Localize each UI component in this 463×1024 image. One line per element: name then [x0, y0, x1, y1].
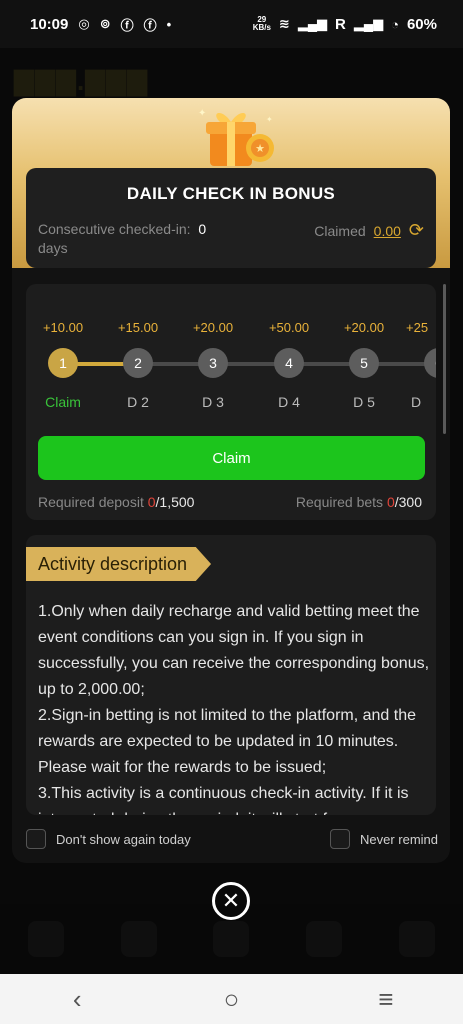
required-deposit-current: 0 [147, 494, 156, 510]
modal-gold-header: ★ ✦ ✦ DAILY CHECK IN BONUS Consecutive c… [12, 98, 450, 268]
roaming-indicator: R [335, 15, 346, 33]
svg-text:★: ★ [255, 143, 265, 155]
never-remind-label: Never remind [359, 831, 438, 847]
day-reward: +20.00 [343, 320, 385, 335]
close-icon: ✕ [221, 888, 241, 913]
day-reward: +10.00 [42, 320, 84, 335]
day-label: D 3 [202, 394, 224, 410]
consecutive-label: Consecutive checked-in: [38, 221, 191, 237]
required-bets-current: 0 [386, 494, 395, 510]
system-nav-bar: ‹ ○ ≡ [0, 974, 463, 1024]
dont-show-today-checkbox[interactable]: Don't show again today [26, 829, 191, 849]
app-icon: ⊚ [99, 16, 111, 31]
status-time: 10:09 [30, 15, 69, 33]
home-icon[interactable]: ○ [201, 979, 261, 1019]
day-circle-4[interactable]: 4 [274, 348, 304, 378]
dont-show-label: Don't show again today [56, 831, 191, 847]
refresh-icon[interactable]: ⟳ [409, 220, 424, 241]
required-bets: Required bets 0/300 [296, 494, 422, 510]
day-reward: +50.00 [268, 320, 310, 335]
day-circle-3[interactable]: 3 [198, 348, 228, 378]
signal-icon: ▂▄▆ [297, 16, 328, 31]
required-deposit-total: /1,500 [155, 494, 195, 510]
activity-text: 1.Only when daily recharge and valid bet… [38, 603, 430, 815]
checkbox-box[interactable] [26, 829, 46, 849]
recents-icon[interactable]: ≡ [356, 979, 416, 1019]
activity-description-card: Activity description 1.Only when daily r… [26, 535, 436, 815]
svg-text:✦: ✦ [266, 115, 273, 124]
day-label: D [411, 394, 422, 410]
checkin-progress-card: +10.00 +15.00 +20.00 +50.00 +20.00 +25 1… [26, 284, 436, 520]
close-modal-button[interactable]: ✕ [212, 882, 250, 920]
check-in-modal: ★ ✦ ✦ DAILY CHECK IN BONUS Consecutive c… [12, 98, 450, 863]
facebook-icon: ⓕ [120, 17, 134, 33]
facebook-icon-2: ⓕ [143, 17, 157, 33]
day-circle-5[interactable]: 5 [349, 348, 379, 378]
day-circle-6[interactable]: 6 [424, 348, 436, 378]
day-circle-2[interactable]: 2 [123, 348, 153, 378]
svg-text:✦: ✦ [198, 108, 206, 119]
header-card: DAILY CHECK IN BONUS Consecutive checked… [26, 168, 436, 268]
claimed-label: Claimed [314, 222, 366, 239]
instagram-icon: ◎ [78, 16, 90, 31]
claimed-amount: 0.00 [373, 222, 401, 239]
day-reward: +20.00 [192, 320, 234, 335]
net-speed: 29 KB/s [253, 16, 271, 32]
day-label: D 4 [278, 394, 300, 410]
modal-footer: Don't show again today Never remind [26, 828, 438, 850]
consecutive-value: 0 [198, 221, 207, 237]
day-circle-1[interactable]: 1 [48, 348, 78, 378]
signal-icon-2: ▂▄▆ [353, 16, 384, 31]
wifi-icon: ≋ [278, 16, 290, 31]
day-label: D 5 [353, 394, 375, 410]
required-bets-label: Required bets [295, 494, 384, 510]
status-bar: 10:09 ◎ ⊚ ⓕ ⓕ • 29 KB/s ≋ ▂▄▆ R ▂▄▆ ◔ 60… [0, 0, 463, 48]
gift-box-icon: ★ ✦ ✦ [198, 108, 274, 166]
net-speed-unit: KB/s [252, 23, 271, 32]
day-reward: +25 [406, 320, 429, 335]
back-icon[interactable]: ‹ [47, 979, 107, 1019]
required-deposit-label: Required deposit [38, 494, 144, 510]
consecutive-checkin: Consecutive checked-in: 0 days [38, 220, 238, 258]
never-remind-checkbox[interactable]: Never remind [329, 829, 438, 849]
claim-button[interactable]: Claim [38, 436, 425, 480]
consecutive-unit: days [38, 240, 68, 256]
day-label: Claim [45, 394, 81, 410]
day-label: D 2 [127, 394, 149, 410]
day-reward: +15.00 [117, 320, 159, 335]
checkbox-box[interactable] [329, 829, 350, 849]
days-row: +10.00 +15.00 +20.00 +50.00 +20.00 +25 1… [26, 284, 436, 424]
battery-icon: ◔ [391, 16, 399, 32]
battery-percent: 60% [406, 15, 437, 33]
required-deposit: Required deposit 0/1,500 [38, 494, 194, 510]
claimed-total: Claimed 0.00 ⟳ [314, 220, 424, 241]
required-bets-total: /300 [394, 494, 422, 510]
notification-dot-icon: • [166, 16, 172, 32]
activity-title: Activity description [26, 547, 212, 581]
scrollbar[interactable] [443, 284, 446, 434]
modal-title: DAILY CHECK IN BONUS [126, 184, 336, 203]
